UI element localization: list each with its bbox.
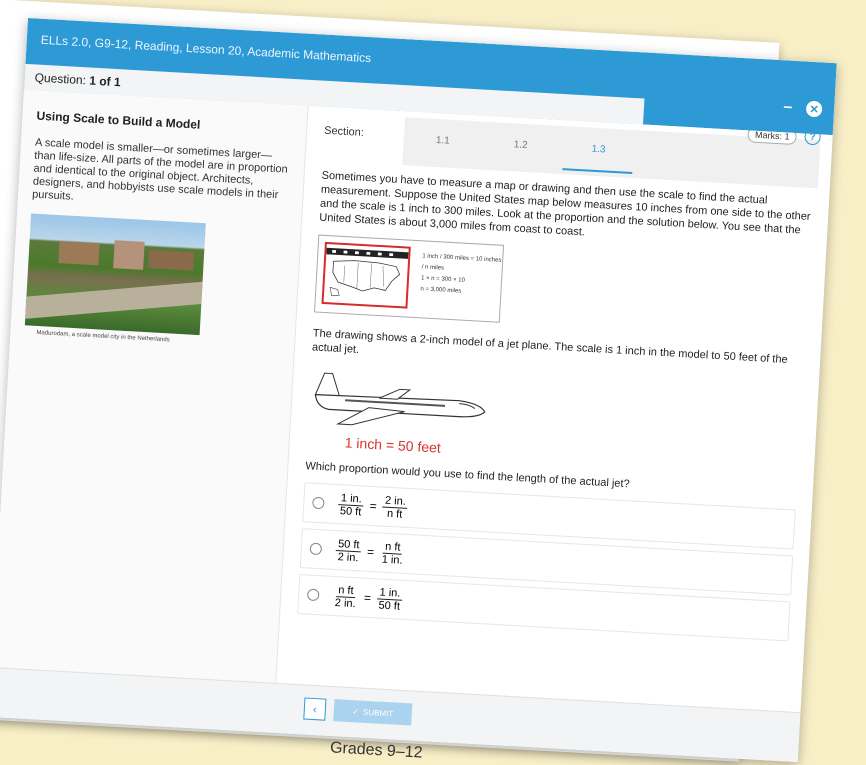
check-icon: ✓ bbox=[352, 706, 360, 717]
us-map-image bbox=[321, 241, 411, 309]
us-map-figure: 1 inch / 300 miles = 10 inches / n miles… bbox=[314, 234, 505, 323]
content-area: Using Scale to Build a Model A scale mod… bbox=[0, 89, 833, 713]
minimize-button[interactable]: – bbox=[783, 98, 793, 116]
equals-sign: = bbox=[366, 544, 375, 560]
item-body: Sometimes you have to measure a map or d… bbox=[297, 169, 829, 643]
map-equation: 1 inch / 300 miles = 10 inches / n miles… bbox=[420, 251, 502, 299]
fraction-left: 1 in. 50 ft bbox=[338, 491, 365, 518]
fraction-right: n ft 1 in. bbox=[381, 540, 403, 567]
submit-button[interactable]: ✓ SUBMIT bbox=[333, 699, 413, 726]
close-icon[interactable]: ✕ bbox=[805, 100, 823, 118]
question-value: 1 of 1 bbox=[88, 73, 122, 90]
window-controls: – ✕ bbox=[783, 98, 823, 118]
passage-title: Using Scale to Build a Model bbox=[36, 108, 201, 132]
scale-model-city-photo bbox=[24, 213, 206, 336]
radio-button-b[interactable] bbox=[309, 542, 323, 556]
submit-label: SUBMIT bbox=[362, 707, 394, 718]
passage-pane: Using Scale to Build a Model A scale mod… bbox=[0, 89, 309, 683]
tab-1-3[interactable]: 1.3 bbox=[558, 126, 639, 178]
passage-text: A scale model is smaller—or sometimes la… bbox=[31, 136, 289, 203]
radio-button-c[interactable] bbox=[306, 588, 320, 602]
fraction-right: 1 in. 50 ft bbox=[377, 585, 403, 613]
equals-sign: = bbox=[363, 590, 372, 606]
fraction-left: n ft 2 in. bbox=[334, 583, 356, 610]
tab-1-2[interactable]: 1.2 bbox=[480, 122, 561, 174]
section-label: Section: bbox=[323, 124, 365, 139]
back-button[interactable]: ‹ bbox=[303, 697, 327, 721]
radio-button-a[interactable] bbox=[312, 496, 325, 510]
equals-sign: = bbox=[369, 498, 378, 514]
item-pane: Section: 1.1 1.2 1.3 Marks: 1 ? Sometime… bbox=[277, 106, 832, 712]
assessment-window: ELLs 2.0, G9-12, Reading, Lesson 20, Aca… bbox=[0, 18, 837, 763]
tab-1-1[interactable]: 1.1 bbox=[402, 117, 483, 169]
grade-caption: Grades 9–12 bbox=[329, 739, 423, 762]
jet-plane-icon bbox=[314, 372, 486, 426]
fraction-right: 2 in. n ft bbox=[382, 494, 409, 520]
question-label: Question: bbox=[34, 70, 87, 88]
fraction-left: 50 ft 2 in. bbox=[335, 537, 362, 564]
app-title: ELLs 2.0, G9-12, Reading, Lesson 20, Aca… bbox=[40, 32, 372, 66]
